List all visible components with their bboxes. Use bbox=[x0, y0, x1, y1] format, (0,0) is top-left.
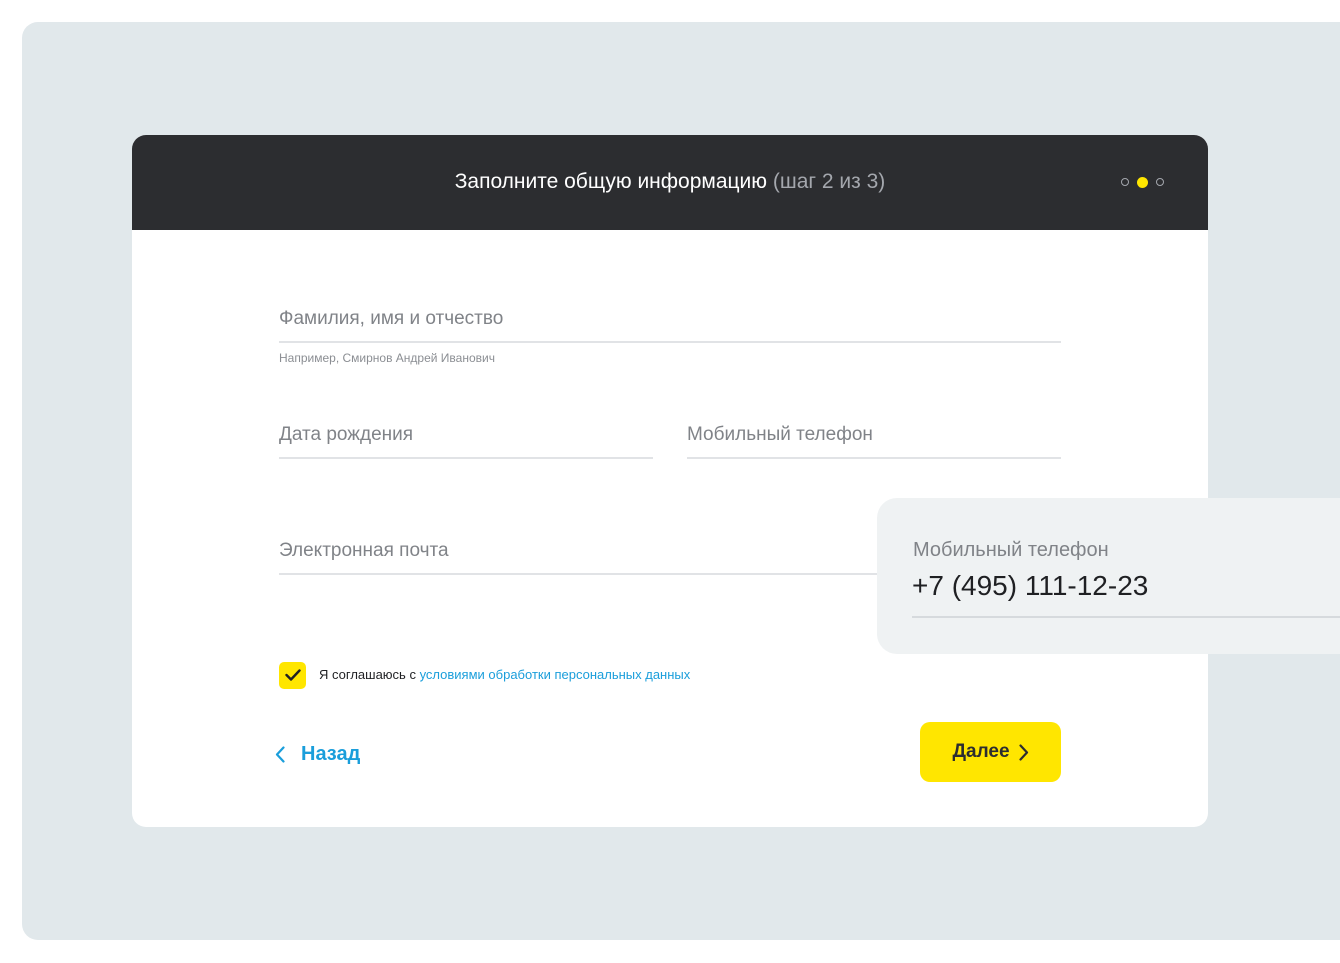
chevron-right-icon bbox=[1018, 743, 1029, 761]
card-header: Заполните общую информацию (шаг 2 из 3) bbox=[132, 135, 1208, 230]
step-progress-dots bbox=[1121, 176, 1164, 188]
birth-date-label: Дата рождения bbox=[279, 424, 414, 445]
consent-row: Я соглашаюсь с условиями обработки персо… bbox=[279, 661, 690, 689]
mobile-phone-field[interactable]: Мобильный телефон bbox=[687, 421, 1061, 459]
back-label: Назад bbox=[301, 743, 361, 765]
step-dot-3 bbox=[1156, 178, 1164, 186]
back-button[interactable]: Назад bbox=[275, 739, 360, 769]
form-card: Заполните общую информацию (шаг 2 из 3) … bbox=[132, 135, 1208, 827]
step-indicator-text: (шаг 2 из 3) bbox=[772, 170, 886, 193]
consent-terms-link[interactable]: условиями обработки персональных данных bbox=[420, 667, 691, 682]
consent-prefix: Я соглашаюсь с bbox=[319, 667, 416, 682]
full-name-field[interactable]: Фамилия, имя и отчество bbox=[279, 305, 1061, 343]
email-label: Электронная почта bbox=[279, 540, 449, 561]
consent-text: Я соглашаюсь с условиями обработки персо… bbox=[319, 666, 690, 684]
chevron-left-icon bbox=[275, 745, 285, 763]
next-label: Далее bbox=[952, 741, 1010, 762]
title-text: Заполните общую информацию bbox=[454, 170, 768, 193]
callout-underline bbox=[912, 616, 1340, 618]
page-title: Заполните общую информацию (шаг 2 из 3) bbox=[132, 168, 1208, 196]
step-dot-1 bbox=[1121, 178, 1129, 186]
birth-date-field[interactable]: Дата рождения bbox=[279, 421, 653, 459]
full-name-hint: Например, Смирнов Андрей Иванович bbox=[279, 351, 495, 365]
callout-phone-label: Мобильный телефон bbox=[913, 539, 1109, 561]
consent-checkbox[interactable] bbox=[279, 661, 306, 689]
mobile-phone-label: Мобильный телефон bbox=[687, 424, 873, 445]
phone-field-zoom-callout: Мобильный телефон +7 (495) 111-12-23 bbox=[877, 498, 1340, 654]
full-name-label: Фамилия, имя и отчество bbox=[279, 308, 504, 329]
next-button[interactable]: Далее bbox=[920, 722, 1061, 782]
step-dot-2-active bbox=[1137, 176, 1148, 188]
callout-phone-value[interactable]: +7 (495) 111-12-23 bbox=[912, 569, 1148, 603]
check-icon bbox=[284, 669, 301, 681]
